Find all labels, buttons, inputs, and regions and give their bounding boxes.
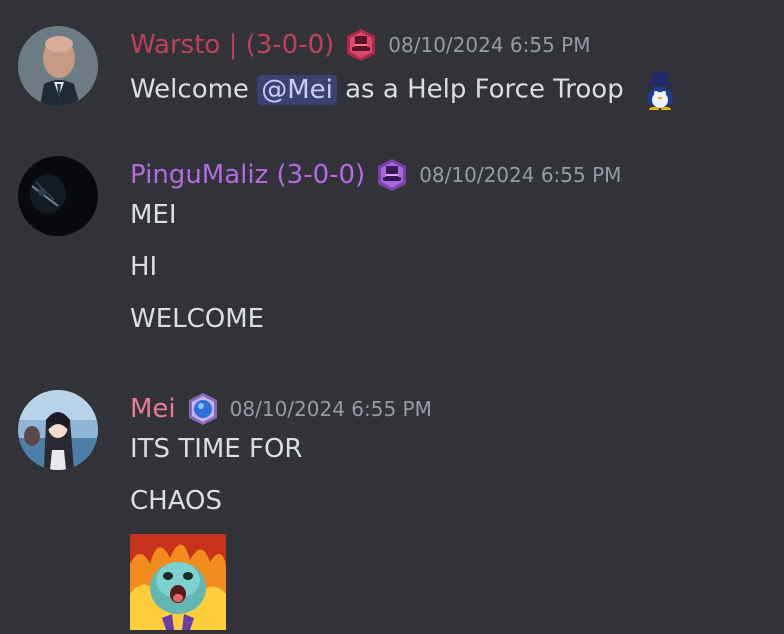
user-avatar[interactable] [18, 390, 98, 470]
username[interactable]: Mei [130, 394, 176, 424]
user-mention[interactable]: @Mei [257, 74, 337, 105]
purple-tophat-badge-icon[interactable] [375, 158, 409, 192]
message-text: ITS TIME FOR [130, 434, 303, 464]
message-text: HI [130, 252, 158, 282]
message-text: as a Help Force Troop [345, 74, 624, 105]
timestamp: 08/10/2024 6:55 PM [229, 397, 432, 421]
message-text: WELCOME [130, 304, 265, 334]
message-header: PinguMaliz (3-0-0) 08/10/2024 6:55 PM [130, 158, 621, 192]
user-avatar[interactable] [18, 26, 98, 106]
timestamp: 08/10/2024 6:55 PM [419, 163, 622, 187]
user-avatar[interactable] [18, 156, 98, 236]
message-header: Warsto | (3-0-0) 08/10/2024 6:55 PM [130, 28, 591, 62]
username[interactable]: Warsto | (3-0-0) [130, 30, 334, 60]
message-header: Mei 08/10/2024 6:55 PM [130, 392, 432, 426]
username[interactable]: PinguMaliz (3-0-0) [130, 160, 365, 190]
timestamp: 08/10/2024 6:55 PM [388, 33, 591, 57]
message-text: CHAOS [130, 486, 223, 516]
blue-orb-badge-icon[interactable] [186, 392, 220, 426]
red-tophat-badge-icon[interactable] [344, 28, 378, 62]
gif-attachment[interactable] [130, 534, 226, 630]
penguin-tophat-emoji-icon[interactable] [640, 70, 680, 111]
message-content: Welcome @Mei as a Help Force Troop [130, 70, 680, 111]
message-text: Welcome [130, 74, 249, 105]
message-text: MEI [130, 200, 177, 230]
